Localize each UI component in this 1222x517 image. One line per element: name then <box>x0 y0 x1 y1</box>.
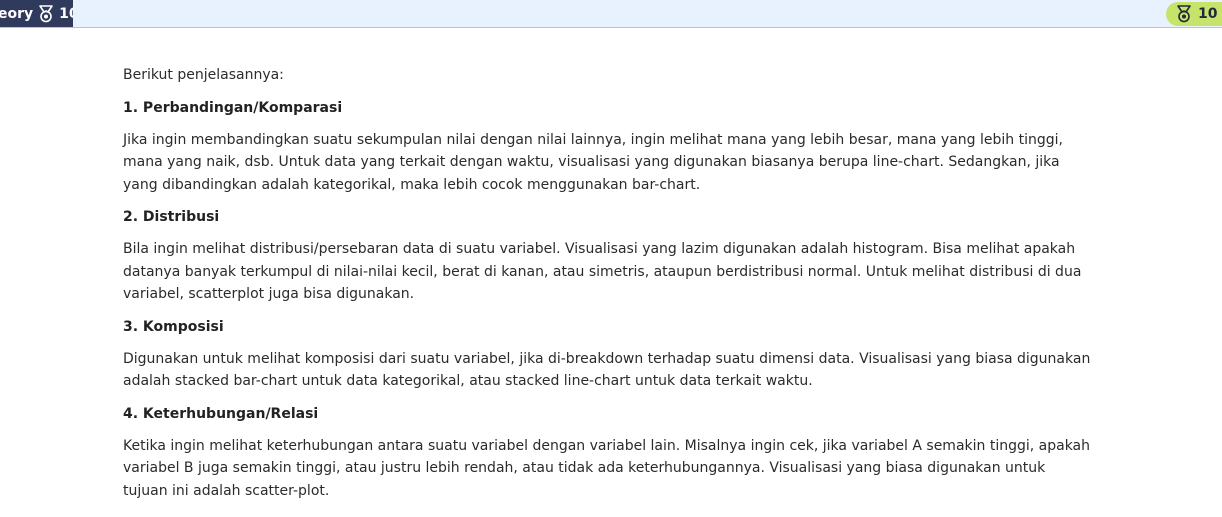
section-body: Jika ingin membandingkan suatu sekumpula… <box>123 131 1063 193</box>
section-heading: 4. Keterhubungan/Relasi <box>123 405 319 422</box>
section-heading: 2. Distribusi <box>123 209 220 225</box>
section-body: Ketika ingin melihat keterhubungan antar… <box>123 437 1091 499</box>
xp-count: 10 <box>1198 6 1218 22</box>
medal-icon <box>1175 5 1193 23</box>
module-tab[interactable]: eory 10 <box>0 0 73 27</box>
module-tab-label: eory <box>0 5 34 22</box>
xp-badge[interactable]: 10 <box>1166 2 1222 26</box>
article-content: Berikut penjelasannya: 1. Perbandingan/K… <box>123 64 1091 512</box>
top-bar: eory 10 10 <box>0 0 1222 28</box>
section-body: Digunakan untuk melihat komposisi dari s… <box>123 350 1091 390</box>
section-heading: 3. Komposisi <box>123 318 224 335</box>
section-heading: 1. Perbandingan/Komparasi <box>123 99 343 116</box>
intro-text: Berikut penjelasannya: <box>123 67 284 83</box>
medal-icon <box>37 4 55 23</box>
module-tab-count: 10 <box>59 5 73 22</box>
section-body: Bila ingin melihat distribusi/persebaran… <box>123 241 1082 302</box>
